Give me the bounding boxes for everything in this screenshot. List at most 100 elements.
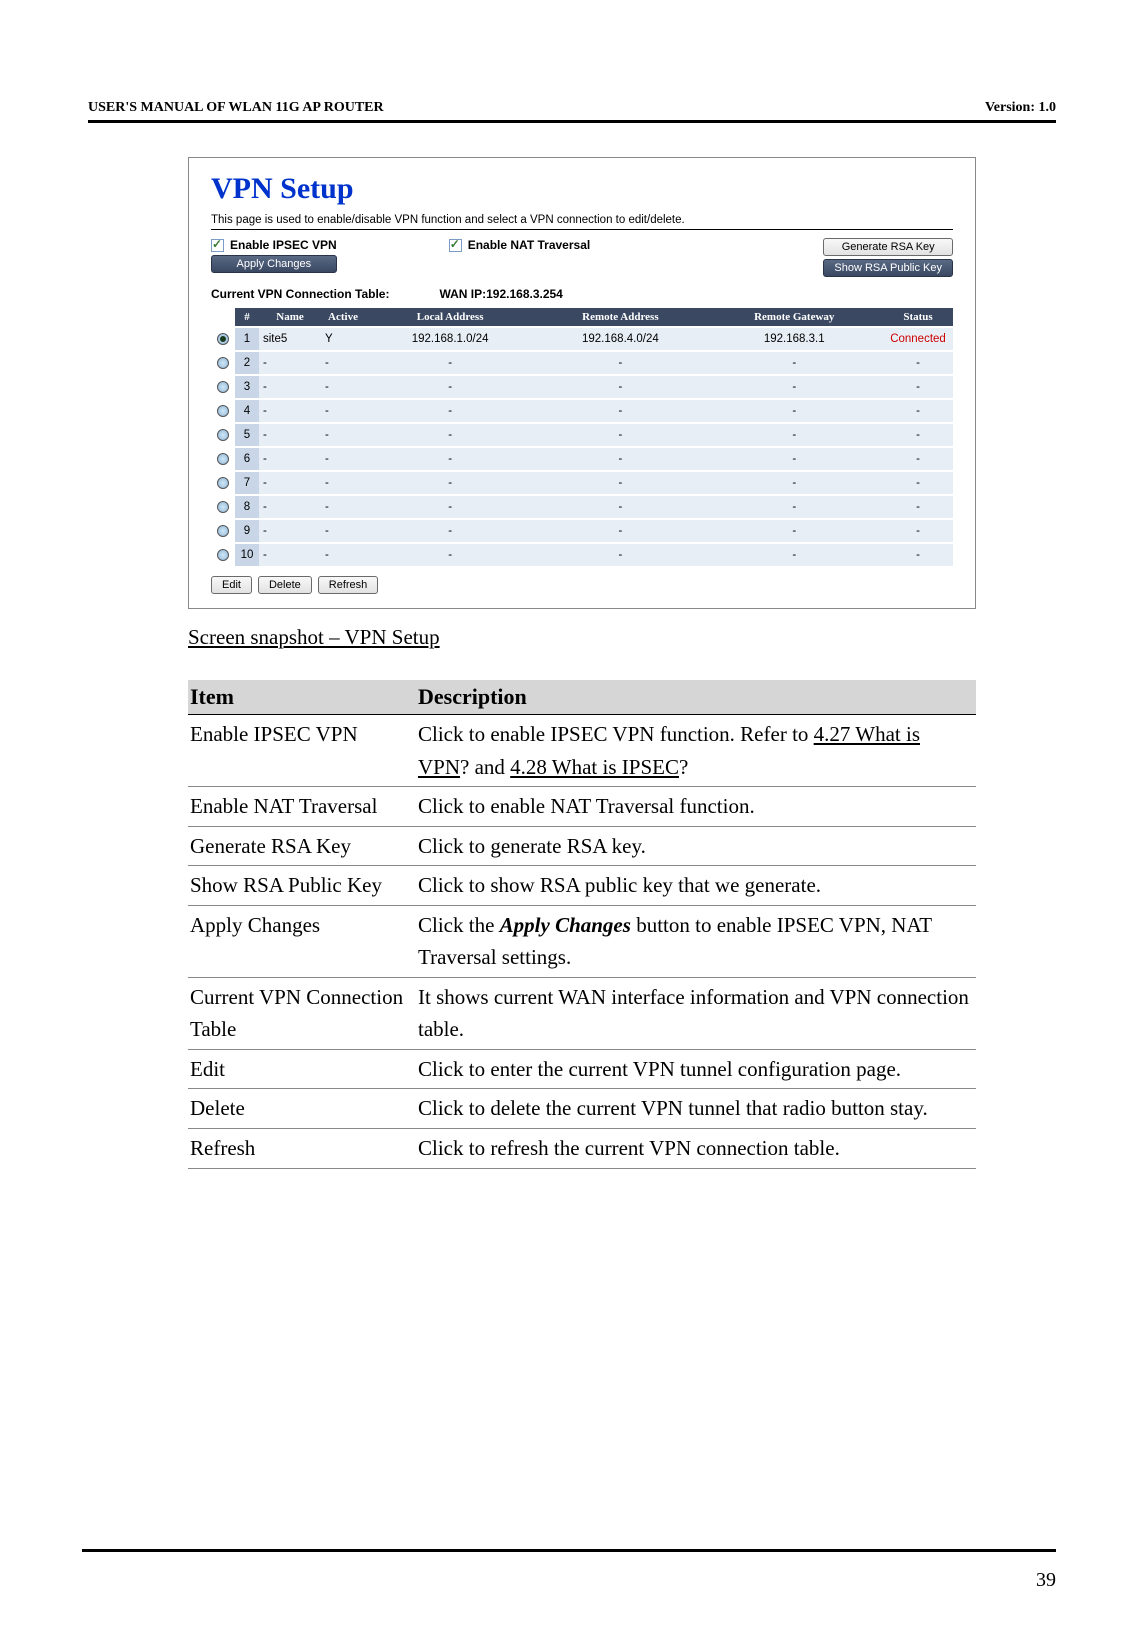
row-remote: -: [535, 376, 705, 398]
desc-item: Delete: [188, 1089, 416, 1129]
row-active: -: [321, 448, 365, 470]
row-status: -: [883, 448, 953, 470]
row-name: site5: [259, 328, 321, 350]
header-right: Version: 1.0: [985, 100, 1056, 116]
row-name: -: [259, 472, 321, 494]
row-radio[interactable]: [217, 477, 229, 489]
row-num: 6: [235, 448, 259, 470]
desc-item: Show RSA Public Key: [188, 866, 416, 906]
row-status: -: [883, 352, 953, 374]
row-gateway: -: [706, 400, 884, 422]
row-local: -: [365, 424, 535, 446]
row-local: 192.168.1.0/24: [365, 328, 535, 350]
row-gateway: -: [706, 376, 884, 398]
row-local: -: [365, 448, 535, 470]
desc-text: Click the Apply Changes button to enable…: [416, 905, 976, 977]
row-remote: -: [535, 424, 705, 446]
enable-nat-traversal-checkbox[interactable]: [449, 239, 462, 252]
row-radio[interactable]: [217, 525, 229, 537]
desc-item: Edit: [188, 1049, 416, 1089]
col-gateway: Remote Gateway: [706, 308, 884, 326]
desc-text: Click to refresh the current VPN connect…: [416, 1129, 976, 1169]
row-radio[interactable]: [217, 405, 229, 417]
row-remote: -: [535, 448, 705, 470]
apply-changes-button[interactable]: Apply Changes: [211, 255, 337, 273]
wan-ip-label: WAN IP:192.168.3.254: [439, 287, 562, 301]
enable-ipsec-vpn-label: Enable IPSEC VPN: [230, 238, 337, 252]
vpn-connection-table: # Name Active Local Address Remote Addre…: [211, 306, 953, 568]
row-radio[interactable]: [217, 381, 229, 393]
desc-row: Enable NAT TraversalClick to enable NAT …: [188, 787, 976, 827]
refresh-button[interactable]: Refresh: [318, 576, 379, 594]
desc-text: Click to enter the current VPN tunnel co…: [416, 1049, 976, 1089]
row-radio[interactable]: [217, 501, 229, 513]
table-row: 1site5Y192.168.1.0/24192.168.4.0/24192.1…: [211, 328, 953, 350]
row-local: -: [365, 376, 535, 398]
desc-row: Apply ChangesClick the Apply Changes but…: [188, 905, 976, 977]
row-remote: -: [535, 544, 705, 566]
row-remote: -: [535, 520, 705, 542]
show-rsa-public-key-button[interactable]: Show RSA Public Key: [823, 259, 953, 277]
row-local: -: [365, 352, 535, 374]
edit-button[interactable]: Edit: [211, 576, 252, 594]
row-active: -: [321, 496, 365, 518]
row-gateway: -: [706, 352, 884, 374]
desc-item: Refresh: [188, 1129, 416, 1169]
desc-item: Enable IPSEC VPN: [188, 715, 416, 787]
screenshot-caption: Screen snapshot – VPN Setup: [188, 625, 976, 650]
table-row: 7------: [211, 472, 953, 494]
generate-rsa-key-button[interactable]: Generate RSA Key: [823, 238, 953, 256]
desc-row: DeleteClick to delete the current VPN tu…: [188, 1089, 976, 1129]
table-row: 2------: [211, 352, 953, 374]
row-status: -: [883, 544, 953, 566]
desc-item: Enable NAT Traversal: [188, 787, 416, 827]
desc-header-description: Description: [416, 680, 976, 715]
desc-row: Enable IPSEC VPNClick to enable IPSEC VP…: [188, 715, 976, 787]
enable-ipsec-vpn-checkbox[interactable]: [211, 239, 224, 252]
desc-item: Apply Changes: [188, 905, 416, 977]
desc-item: Current VPN Connection Table: [188, 977, 416, 1049]
row-name: -: [259, 376, 321, 398]
row-num: 7: [235, 472, 259, 494]
row-gateway: -: [706, 496, 884, 518]
row-status: -: [883, 400, 953, 422]
footer-divider: [82, 1549, 1056, 1552]
row-local: -: [365, 520, 535, 542]
row-local: -: [365, 544, 535, 566]
desc-text: Click to enable NAT Traversal function.: [416, 787, 976, 827]
table-row: 9------: [211, 520, 953, 542]
row-gateway: -: [706, 544, 884, 566]
row-radio[interactable]: [217, 357, 229, 369]
desc-text: Click to delete the current VPN tunnel t…: [416, 1089, 976, 1129]
desc-row: Show RSA Public KeyClick to show RSA pub…: [188, 866, 976, 906]
row-active: Y: [321, 328, 365, 350]
row-status: -: [883, 424, 953, 446]
col-num: #: [235, 308, 259, 326]
row-name: -: [259, 400, 321, 422]
vpn-setup-screenshot: VPN Setup This page is used to enable/di…: [188, 157, 976, 609]
row-gateway: -: [706, 472, 884, 494]
row-local: -: [365, 400, 535, 422]
row-name: -: [259, 544, 321, 566]
delete-button[interactable]: Delete: [258, 576, 312, 594]
row-name: -: [259, 352, 321, 374]
subtitle-divider: [211, 229, 953, 230]
page-number: 39: [1036, 1569, 1056, 1592]
row-status: -: [883, 376, 953, 398]
desc-text: It shows current WAN interface informati…: [416, 977, 976, 1049]
header-left: USER'S MANUAL OF WLAN 11G AP ROUTER: [88, 100, 384, 116]
row-gateway: 192.168.3.1: [706, 328, 884, 350]
desc-text: Click to generate RSA key.: [416, 826, 976, 866]
header-divider: [88, 120, 1056, 123]
row-radio[interactable]: [217, 429, 229, 441]
row-radio[interactable]: [217, 333, 229, 345]
desc-item: Generate RSA Key: [188, 826, 416, 866]
row-radio[interactable]: [217, 453, 229, 465]
table-row: 8------: [211, 496, 953, 518]
row-radio[interactable]: [217, 549, 229, 561]
row-name: -: [259, 448, 321, 470]
table-row: 6------: [211, 448, 953, 470]
vpn-setup-title: VPN Setup: [211, 172, 953, 206]
row-num: 8: [235, 496, 259, 518]
row-num: 9: [235, 520, 259, 542]
